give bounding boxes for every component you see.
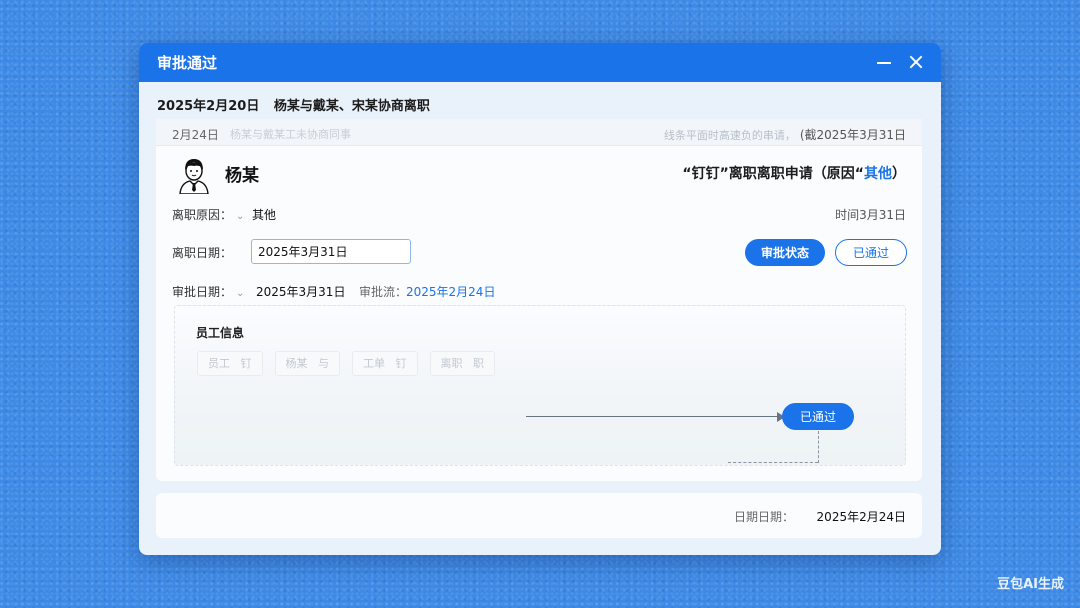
title-bar: 审批通过 <box>139 43 941 82</box>
flow-dashed-connector <box>728 462 818 463</box>
window-title: 审批通过 <box>157 54 218 72</box>
footer-date: 2025年2月24日 <box>816 510 906 524</box>
subheader-date: 2025年2月20日 <box>157 99 260 114</box>
footer-bar: 日期日期： 2025年2月24日 <box>156 493 922 538</box>
leave-date-input[interactable] <box>251 239 411 264</box>
avatar-icon <box>179 159 209 194</box>
flow-connector-line <box>526 416 780 417</box>
subheader: 2025年2月20日 杨某与戴某、宋某协商离职 <box>157 95 430 114</box>
approve-date-label: 审批日期： <box>172 285 233 299</box>
close-icon[interactable] <box>907 53 925 71</box>
reason-value: 其他 <box>252 208 277 222</box>
time-label: 时间3月31日 <box>835 208 906 222</box>
flow-approved-button[interactable]: 已通过 <box>782 403 854 430</box>
card-top-right-note: 线条平面时高速负的串请， <box>663 129 796 142</box>
chevron-down-icon[interactable]: ⌄ <box>236 288 244 299</box>
field-chip[interactable]: 工单 钉 <box>352 351 418 376</box>
flow-date-link[interactable]: 2025年2月24日 <box>406 283 495 300</box>
approved-button[interactable]: 已通过 <box>835 239 907 266</box>
approval-status-button[interactable]: 审批状态 <box>745 239 825 266</box>
approve-date-label-row[interactable]: 审批日期： ⌄ <box>172 283 244 300</box>
applicant-name: 杨某 <box>225 166 259 186</box>
field-chip[interactable]: 员工 钉 <box>197 351 263 376</box>
field-chip[interactable]: 杨某 与 <box>274 351 340 376</box>
reason-label-row[interactable]: 离职原因： ⌄ <box>172 206 244 223</box>
panel-title: 员工信息 <box>196 326 245 340</box>
flow-label: 审批流： <box>359 285 408 299</box>
approve-date-value: 2025年3月31日 <box>256 285 346 299</box>
approval-window: 审批通过 2025年2月20日 杨某与戴某、宋某协商离职 2月24日 杨某与戴某… <box>139 43 941 555</box>
application-title: “钉钉”离职离职申请（原因“其他） <box>682 163 906 183</box>
application-title-prefix: “钉钉”离职离职申请（原因“ <box>682 166 864 182</box>
minimize-icon[interactable] <box>875 53 893 71</box>
footer-label: 日期日期： <box>733 510 794 524</box>
flow-dashed-connector <box>818 431 819 463</box>
employee-info-panel: 员工信息 员工 钉 杨某 与 工单 钉 离职 职 已通过 <box>174 305 906 466</box>
application-reason-link[interactable]: 其他 <box>864 166 892 182</box>
employee-field-chips: 员工 钉 杨某 与 工单 钉 离职 职 <box>197 351 495 376</box>
application-title-suffix: ） <box>892 166 906 182</box>
watermark: 豆包AI生成 <box>997 577 1064 592</box>
chevron-down-icon[interactable]: ⌄ <box>236 211 244 222</box>
card-top-right-date: (截2025年3月31日 <box>799 128 906 142</box>
card-top-date: 2月24日 <box>172 128 219 142</box>
field-chip[interactable]: 离职 职 <box>429 351 495 376</box>
leave-date-label: 离职日期： <box>172 246 233 260</box>
application-card: 2月24日 杨某与戴某工未协商同事 线条平面时高速负的串请， (截2025年3月3… <box>156 119 922 481</box>
reason-label: 离职原因： <box>172 208 233 222</box>
card-top-note: 杨某与戴某工未协商同事 <box>230 128 351 141</box>
card-top-right: 线条平面时高速负的串请， (截2025年3月31日 <box>664 126 906 143</box>
card-top-strip: 2月24日 杨某与戴某工未协商同事 线条平面时高速负的串请， (截2025年3月3… <box>156 119 922 146</box>
subheader-subject: 杨某与戴某、宋某协商离职 <box>273 99 430 114</box>
